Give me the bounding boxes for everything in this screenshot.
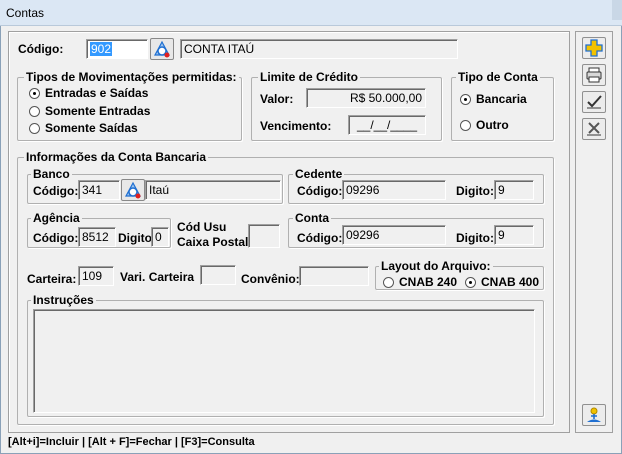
codigo-lookup-button[interactable]	[150, 38, 174, 60]
radio-dot	[29, 122, 40, 134]
agencia-digito-field[interactable]: 0	[151, 227, 169, 247]
radio-somente-entradas[interactable]: Somente Entradas	[29, 104, 150, 118]
shortcut-status-bar: [Alt+i]=Incluir | [Alt + F]=Fechar | [F3…	[8, 436, 255, 448]
radio-cnab-240[interactable]: CNAB 240	[383, 275, 457, 289]
valor-field[interactable]: R$ 50.000,00	[306, 88, 426, 108]
conta-codigo-label: Código:	[297, 231, 343, 245]
instrucoes-title: Instruções	[31, 293, 96, 307]
conta-digito-field[interactable]: 9	[494, 225, 534, 245]
agencia-codigo-field[interactable]: 8512	[78, 227, 116, 247]
conta-title: Conta	[293, 211, 331, 225]
lookup-icon	[124, 181, 142, 199]
banco-lookup-button[interactable]	[121, 179, 145, 201]
conta-digito-label: Digito:	[456, 231, 494, 245]
exit-button[interactable]	[582, 404, 606, 426]
confirm-button[interactable]	[582, 91, 606, 113]
tipo-conta-title: Tipo de Conta	[456, 70, 540, 84]
vari-carteira-label: Vari. Carteira	[120, 270, 195, 284]
cod-usu-field[interactable]	[248, 224, 280, 248]
lookup-icon	[153, 40, 171, 58]
cedente-codigo-label: Código:	[297, 184, 343, 198]
radio-dot	[460, 93, 471, 105]
radio-dot	[29, 105, 40, 117]
cancel-button[interactable]	[582, 118, 606, 140]
tipos-mov-title: Tipos de Movimentações permitidas:	[24, 70, 239, 84]
vari-carteira-field[interactable]	[200, 265, 236, 285]
banco-codigo-field[interactable]: 341	[78, 180, 120, 200]
confirm-icon	[587, 95, 602, 109]
carteira-label: Carteira:	[27, 272, 77, 286]
cedente-digito-field[interactable]: 9	[494, 180, 534, 200]
radio-entradas-saidas[interactable]: Entradas e Saídas	[29, 86, 148, 100]
codigo-input[interactable]: 902	[86, 39, 148, 59]
banco-nome-field[interactable]: Itaú	[145, 180, 281, 200]
print-button[interactable]	[582, 64, 606, 86]
vencimento-field[interactable]: __/__/____	[348, 115, 426, 135]
add-button[interactable]	[582, 37, 606, 59]
window-title: Contas	[6, 6, 45, 20]
add-icon	[585, 39, 603, 57]
valor-label: Valor:	[260, 92, 294, 106]
radio-dot	[460, 119, 471, 131]
radio-somente-saidas[interactable]: Somente Saídas	[29, 121, 138, 135]
conta-nome-field[interactable]: CONTA ITAÚ	[180, 39, 458, 59]
right-toolbar	[575, 31, 613, 433]
cedente-title: Cedente	[293, 167, 345, 181]
exit-icon	[587, 407, 601, 422]
radio-dot	[465, 276, 476, 288]
cod-usu-label: Cód Usu	[177, 220, 227, 234]
radio-outro[interactable]: Outro	[460, 118, 509, 132]
agencia-codigo-label: Código:	[33, 231, 79, 245]
banco-title: Banco	[31, 167, 72, 181]
convenio-field[interactable]	[299, 266, 369, 286]
conta-codigo-field[interactable]: 09296	[342, 225, 446, 245]
cancel-icon	[587, 122, 601, 136]
agencia-digito-label: Digito	[118, 231, 152, 245]
cedente-codigo-field[interactable]: 09296	[342, 180, 446, 200]
limite-title: Limite de Crédito	[258, 70, 361, 84]
codigo-label: Código:	[18, 42, 64, 56]
window-edge	[612, 0, 622, 20]
agencia-title: Agência	[31, 211, 82, 225]
instrucoes-textarea[interactable]	[33, 309, 535, 413]
radio-bancaria[interactable]: Bancaria	[460, 92, 527, 106]
info-bancaria-title: Informações da Conta Bancaria	[24, 150, 209, 164]
title-bar: Contas	[0, 0, 622, 26]
radio-dot	[29, 87, 40, 99]
caixa-postal-label: Caixa Postal	[177, 235, 249, 249]
print-icon	[586, 67, 602, 83]
banco-codigo-label: Código:	[33, 184, 79, 198]
vencimento-label: Vencimento:	[260, 119, 332, 133]
radio-dot	[383, 276, 394, 288]
layout-title: Layout do Arquivo:	[379, 259, 493, 273]
convenio-label: Convênio:	[241, 272, 300, 286]
radio-cnab-400[interactable]: CNAB 400	[465, 275, 539, 289]
carteira-field[interactable]: 109	[78, 266, 114, 286]
cedente-digito-label: Digito:	[456, 184, 494, 198]
